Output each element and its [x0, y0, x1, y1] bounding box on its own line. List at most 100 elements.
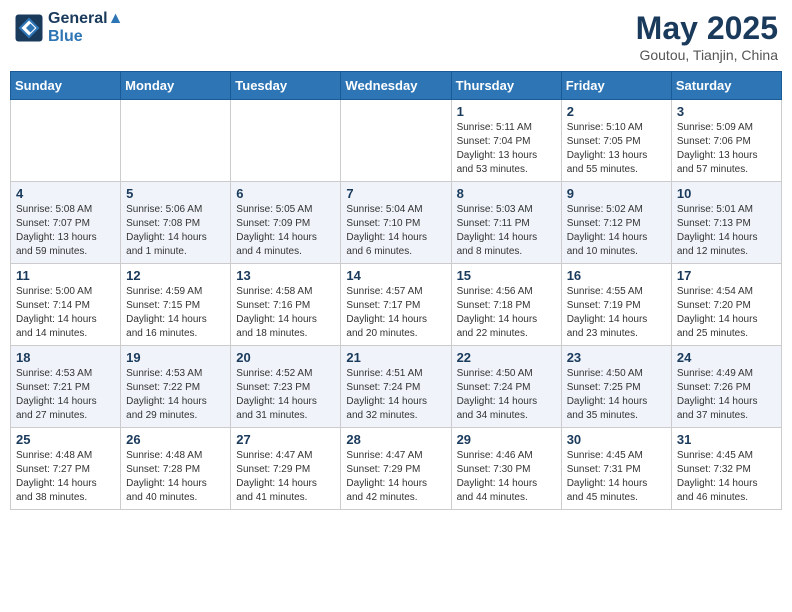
day-number: 24: [677, 350, 776, 365]
calendar-cell: 1 Sunrise: 5:11 AMSunset: 7:04 PMDaylight…: [451, 100, 561, 182]
calendar-cell: 13Sunrise: 4:58 AMSunset: 7:16 PMDayligh…: [231, 264, 341, 346]
calendar-cell: 5 Sunrise: 5:06 AMSunset: 7:08 PMDaylight…: [121, 182, 231, 264]
main-title: May 2025: [636, 10, 778, 47]
day-number: 12: [126, 268, 225, 283]
day-info: Sunrise: 4:50 AMSunset: 7:24 PMDaylight:…: [457, 367, 556, 423]
day-info: Sunrise: 5:05 AMSunset: 7:09 PMDaylight:…: [236, 203, 335, 259]
day-info: Sunrise: 5:03 AMSunset: 7:11 PMDaylight:…: [457, 203, 556, 259]
day-info: Sunrise: 5:04 AMSunset: 7:10 PMDaylight:…: [346, 203, 445, 259]
day-number: 17: [677, 268, 776, 283]
day-number: 4: [16, 186, 115, 201]
calendar-table: SundayMondayTuesdayWednesdayThursdayFrid…: [10, 71, 782, 510]
day-info: Sunrise: 4:58 AMSunset: 7:16 PMDaylight:…: [236, 285, 335, 341]
day-info: Sunrise: 4:47 AMSunset: 7:29 PMDaylight:…: [346, 449, 445, 505]
day-number: 30: [567, 432, 666, 447]
day-info: Sunrise: 4:53 AMSunset: 7:21 PMDaylight:…: [16, 367, 115, 423]
calendar-cell: 24 Sunrise: 4:49 AMSunset: 7:26 PMDayligh…: [671, 346, 781, 428]
calendar-week-row: 1 Sunrise: 5:11 AMSunset: 7:04 PMDaylight…: [11, 100, 782, 182]
calendar-cell: 3 Sunrise: 5:09 AMSunset: 7:06 PMDaylight…: [671, 100, 781, 182]
subtitle: Goutou, Tianjin, China: [636, 47, 778, 63]
day-number: 18: [16, 350, 115, 365]
day-number: 31: [677, 432, 776, 447]
day-number: 9: [567, 186, 666, 201]
calendar-cell: 25 Sunrise: 4:48 AMSunset: 7:27 PMDayligh…: [11, 428, 121, 510]
day-number: 6: [236, 186, 335, 201]
day-info: Sunrise: 4:59 AMSunset: 7:15 PMDaylight:…: [126, 285, 225, 341]
day-number: 10: [677, 186, 776, 201]
day-number: 20: [236, 350, 335, 365]
calendar-cell: 21Sunrise: 4:51 AMSunset: 7:24 PMDayligh…: [341, 346, 451, 428]
day-info: Sunrise: 4:48 AMSunset: 7:27 PMDaylight:…: [16, 449, 115, 505]
calendar-cell: 30 Sunrise: 4:45 AMSunset: 7:31 PMDayligh…: [561, 428, 671, 510]
day-info: Sunrise: 5:11 AMSunset: 7:04 PMDaylight:…: [457, 121, 556, 177]
day-number: 2: [567, 104, 666, 119]
day-info: Sunrise: 4:48 AMSunset: 7:28 PMDaylight:…: [126, 449, 225, 505]
day-number: 5: [126, 186, 225, 201]
day-number: 29: [457, 432, 556, 447]
column-header-thursday: Thursday: [451, 72, 561, 100]
column-header-saturday: Saturday: [671, 72, 781, 100]
logo-text: General▲ Blue: [48, 10, 123, 46]
calendar-cell: 12 Sunrise: 4:59 AMSunset: 7:15 PMDayligh…: [121, 264, 231, 346]
column-header-wednesday: Wednesday: [341, 72, 451, 100]
day-info: Sunrise: 5:09 AMSunset: 7:06 PMDaylight:…: [677, 121, 776, 177]
day-number: 19: [126, 350, 225, 365]
calendar-cell: 14Sunrise: 4:57 AMSunset: 7:17 PMDayligh…: [341, 264, 451, 346]
day-number: 25: [16, 432, 115, 447]
column-header-friday: Friday: [561, 72, 671, 100]
column-header-sunday: Sunday: [11, 72, 121, 100]
day-number: 1: [457, 104, 556, 119]
calendar-week-row: 4 Sunrise: 5:08 AMSunset: 7:07 PMDaylight…: [11, 182, 782, 264]
logo-icon: [14, 13, 44, 43]
calendar-cell: 27 Sunrise: 4:47 AMSunset: 7:29 PMDayligh…: [231, 428, 341, 510]
day-info: Sunrise: 4:49 AMSunset: 7:26 PMDaylight:…: [677, 367, 776, 423]
calendar-cell: 15Sunrise: 4:56 AMSunset: 7:18 PMDayligh…: [451, 264, 561, 346]
day-number: 27: [236, 432, 335, 447]
day-info: Sunrise: 4:52 AMSunset: 7:23 PMDaylight:…: [236, 367, 335, 423]
calendar-cell: 20 Sunrise: 4:52 AMSunset: 7:23 PMDayligh…: [231, 346, 341, 428]
page-header: General▲ Blue May 2025 Goutou, Tianjin, …: [10, 10, 782, 63]
day-number: 14: [346, 268, 445, 283]
day-info: Sunrise: 5:00 AMSunset: 7:14 PMDaylight:…: [16, 285, 115, 341]
day-number: 11: [16, 268, 115, 283]
calendar-cell: 16Sunrise: 4:55 AMSunset: 7:19 PMDayligh…: [561, 264, 671, 346]
day-info: Sunrise: 4:55 AMSunset: 7:19 PMDaylight:…: [567, 285, 666, 341]
day-info: Sunrise: 5:06 AMSunset: 7:08 PMDaylight:…: [126, 203, 225, 259]
day-info: Sunrise: 5:08 AMSunset: 7:07 PMDaylight:…: [16, 203, 115, 259]
day-info: Sunrise: 4:45 AMSunset: 7:31 PMDaylight:…: [567, 449, 666, 505]
calendar-cell: 10Sunrise: 5:01 AMSunset: 7:13 PMDayligh…: [671, 182, 781, 264]
calendar-cell: 23Sunrise: 4:50 AMSunset: 7:25 PMDayligh…: [561, 346, 671, 428]
calendar-week-row: 11 Sunrise: 5:00 AMSunset: 7:14 PMDayligh…: [11, 264, 782, 346]
day-info: Sunrise: 5:10 AMSunset: 7:05 PMDaylight:…: [567, 121, 666, 177]
day-number: 3: [677, 104, 776, 119]
calendar-cell: [11, 100, 121, 182]
day-info: Sunrise: 4:46 AMSunset: 7:30 PMDaylight:…: [457, 449, 556, 505]
day-info: Sunrise: 5:02 AMSunset: 7:12 PMDaylight:…: [567, 203, 666, 259]
calendar-cell: 28Sunrise: 4:47 AMSunset: 7:29 PMDayligh…: [341, 428, 451, 510]
column-header-tuesday: Tuesday: [231, 72, 341, 100]
day-info: Sunrise: 4:51 AMSunset: 7:24 PMDaylight:…: [346, 367, 445, 423]
day-number: 7: [346, 186, 445, 201]
day-info: Sunrise: 4:50 AMSunset: 7:25 PMDaylight:…: [567, 367, 666, 423]
calendar-cell: [231, 100, 341, 182]
calendar-cell: 2 Sunrise: 5:10 AMSunset: 7:05 PMDaylight…: [561, 100, 671, 182]
day-number: 15: [457, 268, 556, 283]
day-info: Sunrise: 4:53 AMSunset: 7:22 PMDaylight:…: [126, 367, 225, 423]
day-info: Sunrise: 4:47 AMSunset: 7:29 PMDaylight:…: [236, 449, 335, 505]
day-info: Sunrise: 4:54 AMSunset: 7:20 PMDaylight:…: [677, 285, 776, 341]
title-block: May 2025 Goutou, Tianjin, China: [636, 10, 778, 63]
calendar-cell: 22 Sunrise: 4:50 AMSunset: 7:24 PMDayligh…: [451, 346, 561, 428]
calendar-cell: 11 Sunrise: 5:00 AMSunset: 7:14 PMDayligh…: [11, 264, 121, 346]
calendar-week-row: 18 Sunrise: 4:53 AMSunset: 7:21 PMDayligh…: [11, 346, 782, 428]
calendar-cell: 7 Sunrise: 5:04 AMSunset: 7:10 PMDaylight…: [341, 182, 451, 264]
calendar-cell: 6 Sunrise: 5:05 AMSunset: 7:09 PMDaylight…: [231, 182, 341, 264]
calendar-cell: 19 Sunrise: 4:53 AMSunset: 7:22 PMDayligh…: [121, 346, 231, 428]
calendar-cell: 9 Sunrise: 5:02 AMSunset: 7:12 PMDaylight…: [561, 182, 671, 264]
day-info: Sunrise: 4:45 AMSunset: 7:32 PMDaylight:…: [677, 449, 776, 505]
day-number: 8: [457, 186, 556, 201]
calendar-cell: 4 Sunrise: 5:08 AMSunset: 7:07 PMDaylight…: [11, 182, 121, 264]
calendar-cell: 29 Sunrise: 4:46 AMSunset: 7:30 PMDayligh…: [451, 428, 561, 510]
day-number: 22: [457, 350, 556, 365]
calendar-cell: 31 Sunrise: 4:45 AMSunset: 7:32 PMDayligh…: [671, 428, 781, 510]
calendar-cell: [341, 100, 451, 182]
